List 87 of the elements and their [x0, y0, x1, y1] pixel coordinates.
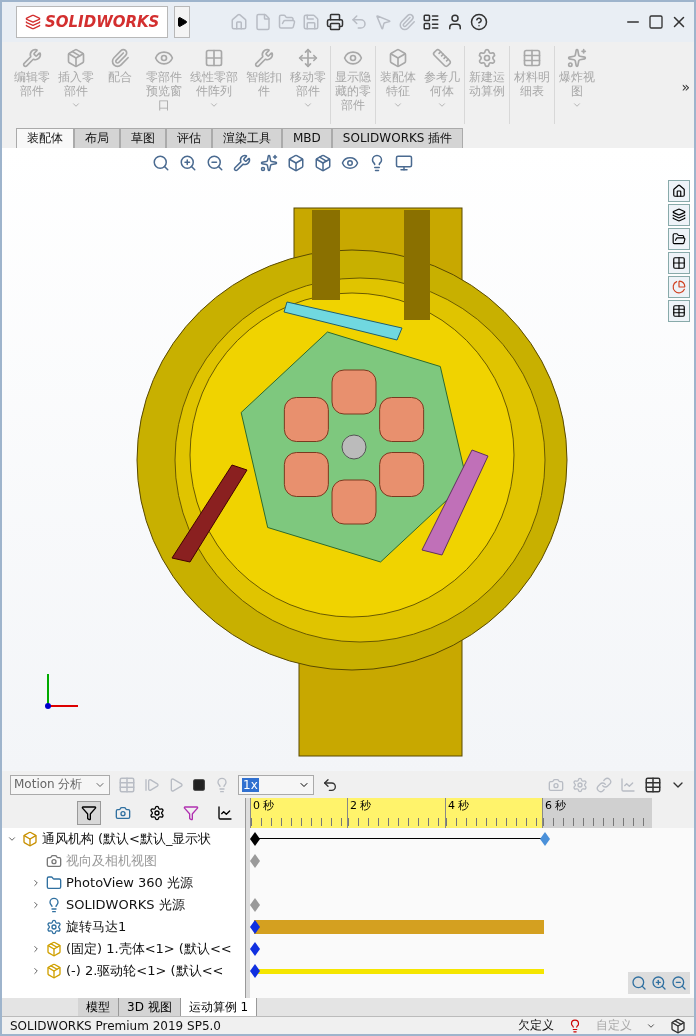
- camera-icon: [46, 853, 62, 870]
- view-tool-icon[interactable]: [233, 153, 251, 172]
- play-from-start-icon[interactable]: [144, 776, 160, 793]
- ribbon-tab[interactable]: 草图: [120, 127, 166, 148]
- home-icon: [672, 183, 686, 198]
- home-pane-button[interactable]: [668, 179, 690, 202]
- ribbon-tab[interactable]: 评估: [166, 127, 212, 148]
- camera-icon: [115, 805, 131, 822]
- motor-icon: [46, 919, 62, 936]
- tree-item[interactable]: (固定) 1.壳体<1> (默认<<: [2, 938, 245, 961]
- assembly-icon: [22, 831, 38, 848]
- ribbon-tab[interactable]: MBD: [282, 127, 332, 148]
- study-tab[interactable]: 运动算例 1: [180, 998, 258, 1016]
- triangle-icon: [176, 15, 189, 28]
- gear-icon: [477, 47, 497, 68]
- ribbon-tab[interactable]: 布局: [74, 127, 120, 148]
- pie-icon: [672, 279, 686, 294]
- ribbon-tab[interactable]: 渲染工具: [212, 127, 282, 148]
- grid-icon: [672, 255, 686, 270]
- part-icon: [46, 941, 62, 958]
- study-type-dropdown[interactable]: Motion 分析: [10, 774, 110, 795]
- table-icon: [672, 303, 686, 318]
- filter-button[interactable]: [77, 801, 101, 826]
- playback-speed-dropdown[interactable]: 1x: [238, 774, 314, 795]
- tree-item[interactable]: 通风机构 (默认<默认_显示状: [2, 828, 245, 851]
- filter-icon: [183, 805, 199, 822]
- wrench-icon: [22, 47, 42, 68]
- folder-pane-button[interactable]: [668, 227, 690, 250]
- light-icon: [46, 897, 62, 914]
- layers-icon: [672, 207, 686, 222]
- study-tab[interactable]: 模型: [78, 998, 119, 1016]
- zoom-in-icon[interactable]: [651, 975, 667, 992]
- filter-icon: [81, 805, 97, 822]
- time-label: 4 秒: [448, 799, 470, 813]
- tree-item[interactable]: (-) 2.驱动轮<1> (默认<<: [2, 960, 245, 983]
- sparkle-icon: [567, 47, 587, 68]
- ribbon-tab[interactable]: 装配体: [16, 127, 74, 148]
- help-icon[interactable]: [470, 12, 489, 31]
- chevron-right-icon: [31, 900, 41, 911]
- tree-item[interactable]: 旋转马达1: [2, 916, 245, 939]
- loop-icon[interactable]: [322, 776, 338, 793]
- study-properties-icon[interactable]: [644, 775, 662, 794]
- view-palette-button[interactable]: [668, 251, 690, 274]
- definition-state-text: 欠定义: [518, 1017, 554, 1034]
- printer-icon[interactable]: [326, 12, 345, 31]
- box-icon: [66, 47, 86, 68]
- grid-icon: [204, 47, 224, 68]
- appearance-pane-button[interactable]: [668, 275, 690, 298]
- view-tool-icon[interactable]: [179, 153, 197, 172]
- zoom-out-icon[interactable]: [671, 975, 687, 992]
- library-pane-button[interactable]: [668, 203, 690, 226]
- view-tool-icon[interactable]: [260, 153, 278, 172]
- view-tool-icon[interactable]: [206, 153, 224, 172]
- time-label: 2 秒: [350, 799, 372, 813]
- view-tool-icon[interactable]: [395, 153, 413, 172]
- table-icon: [522, 47, 542, 68]
- study-tab[interactable]: 3D 视图: [119, 998, 181, 1016]
- move-arrows-icon: [298, 47, 318, 68]
- zoom-fit-icon[interactable]: [631, 975, 647, 992]
- part-icon: [46, 963, 62, 980]
- cube-icon: [388, 47, 408, 68]
- view-tool-icon[interactable]: [152, 153, 170, 172]
- view-tool-icon[interactable]: [287, 153, 305, 172]
- view-tool-icon[interactable]: [314, 153, 332, 172]
- folder-icon: [46, 875, 62, 892]
- chart-icon: [217, 805, 233, 822]
- product-version-text: SOLIDWORKS Premium 2019 SP5.0: [10, 1018, 221, 1033]
- paperclip-icon: [110, 47, 130, 68]
- more-button[interactable]: »: [681, 78, 690, 95]
- tree-item[interactable]: SOLIDWORKS 光源: [2, 894, 245, 917]
- time-label: 6 秒: [545, 799, 567, 813]
- folder-icon: [672, 231, 686, 246]
- app-logo[interactable]: SOLIDWORKS: [16, 5, 169, 38]
- maximize-icon[interactable]: [648, 13, 664, 30]
- expand-menu-button[interactable]: [174, 5, 191, 38]
- chevron-right-icon: [31, 944, 41, 955]
- list-icon[interactable]: [422, 12, 441, 31]
- tree-item[interactable]: PhotoView 360 光源: [2, 872, 245, 895]
- chevron-right-icon: [31, 878, 41, 889]
- gear-icon: [149, 805, 165, 822]
- paperclip-icon[interactable]: [398, 12, 417, 31]
- ruler-icon: [432, 47, 452, 68]
- stop-icon[interactable]: [192, 777, 206, 792]
- wrench-icon: [254, 47, 274, 68]
- properties-pane-button[interactable]: [668, 299, 690, 322]
- chevron-right-icon: [31, 966, 41, 977]
- time-label: 0 秒: [253, 799, 275, 813]
